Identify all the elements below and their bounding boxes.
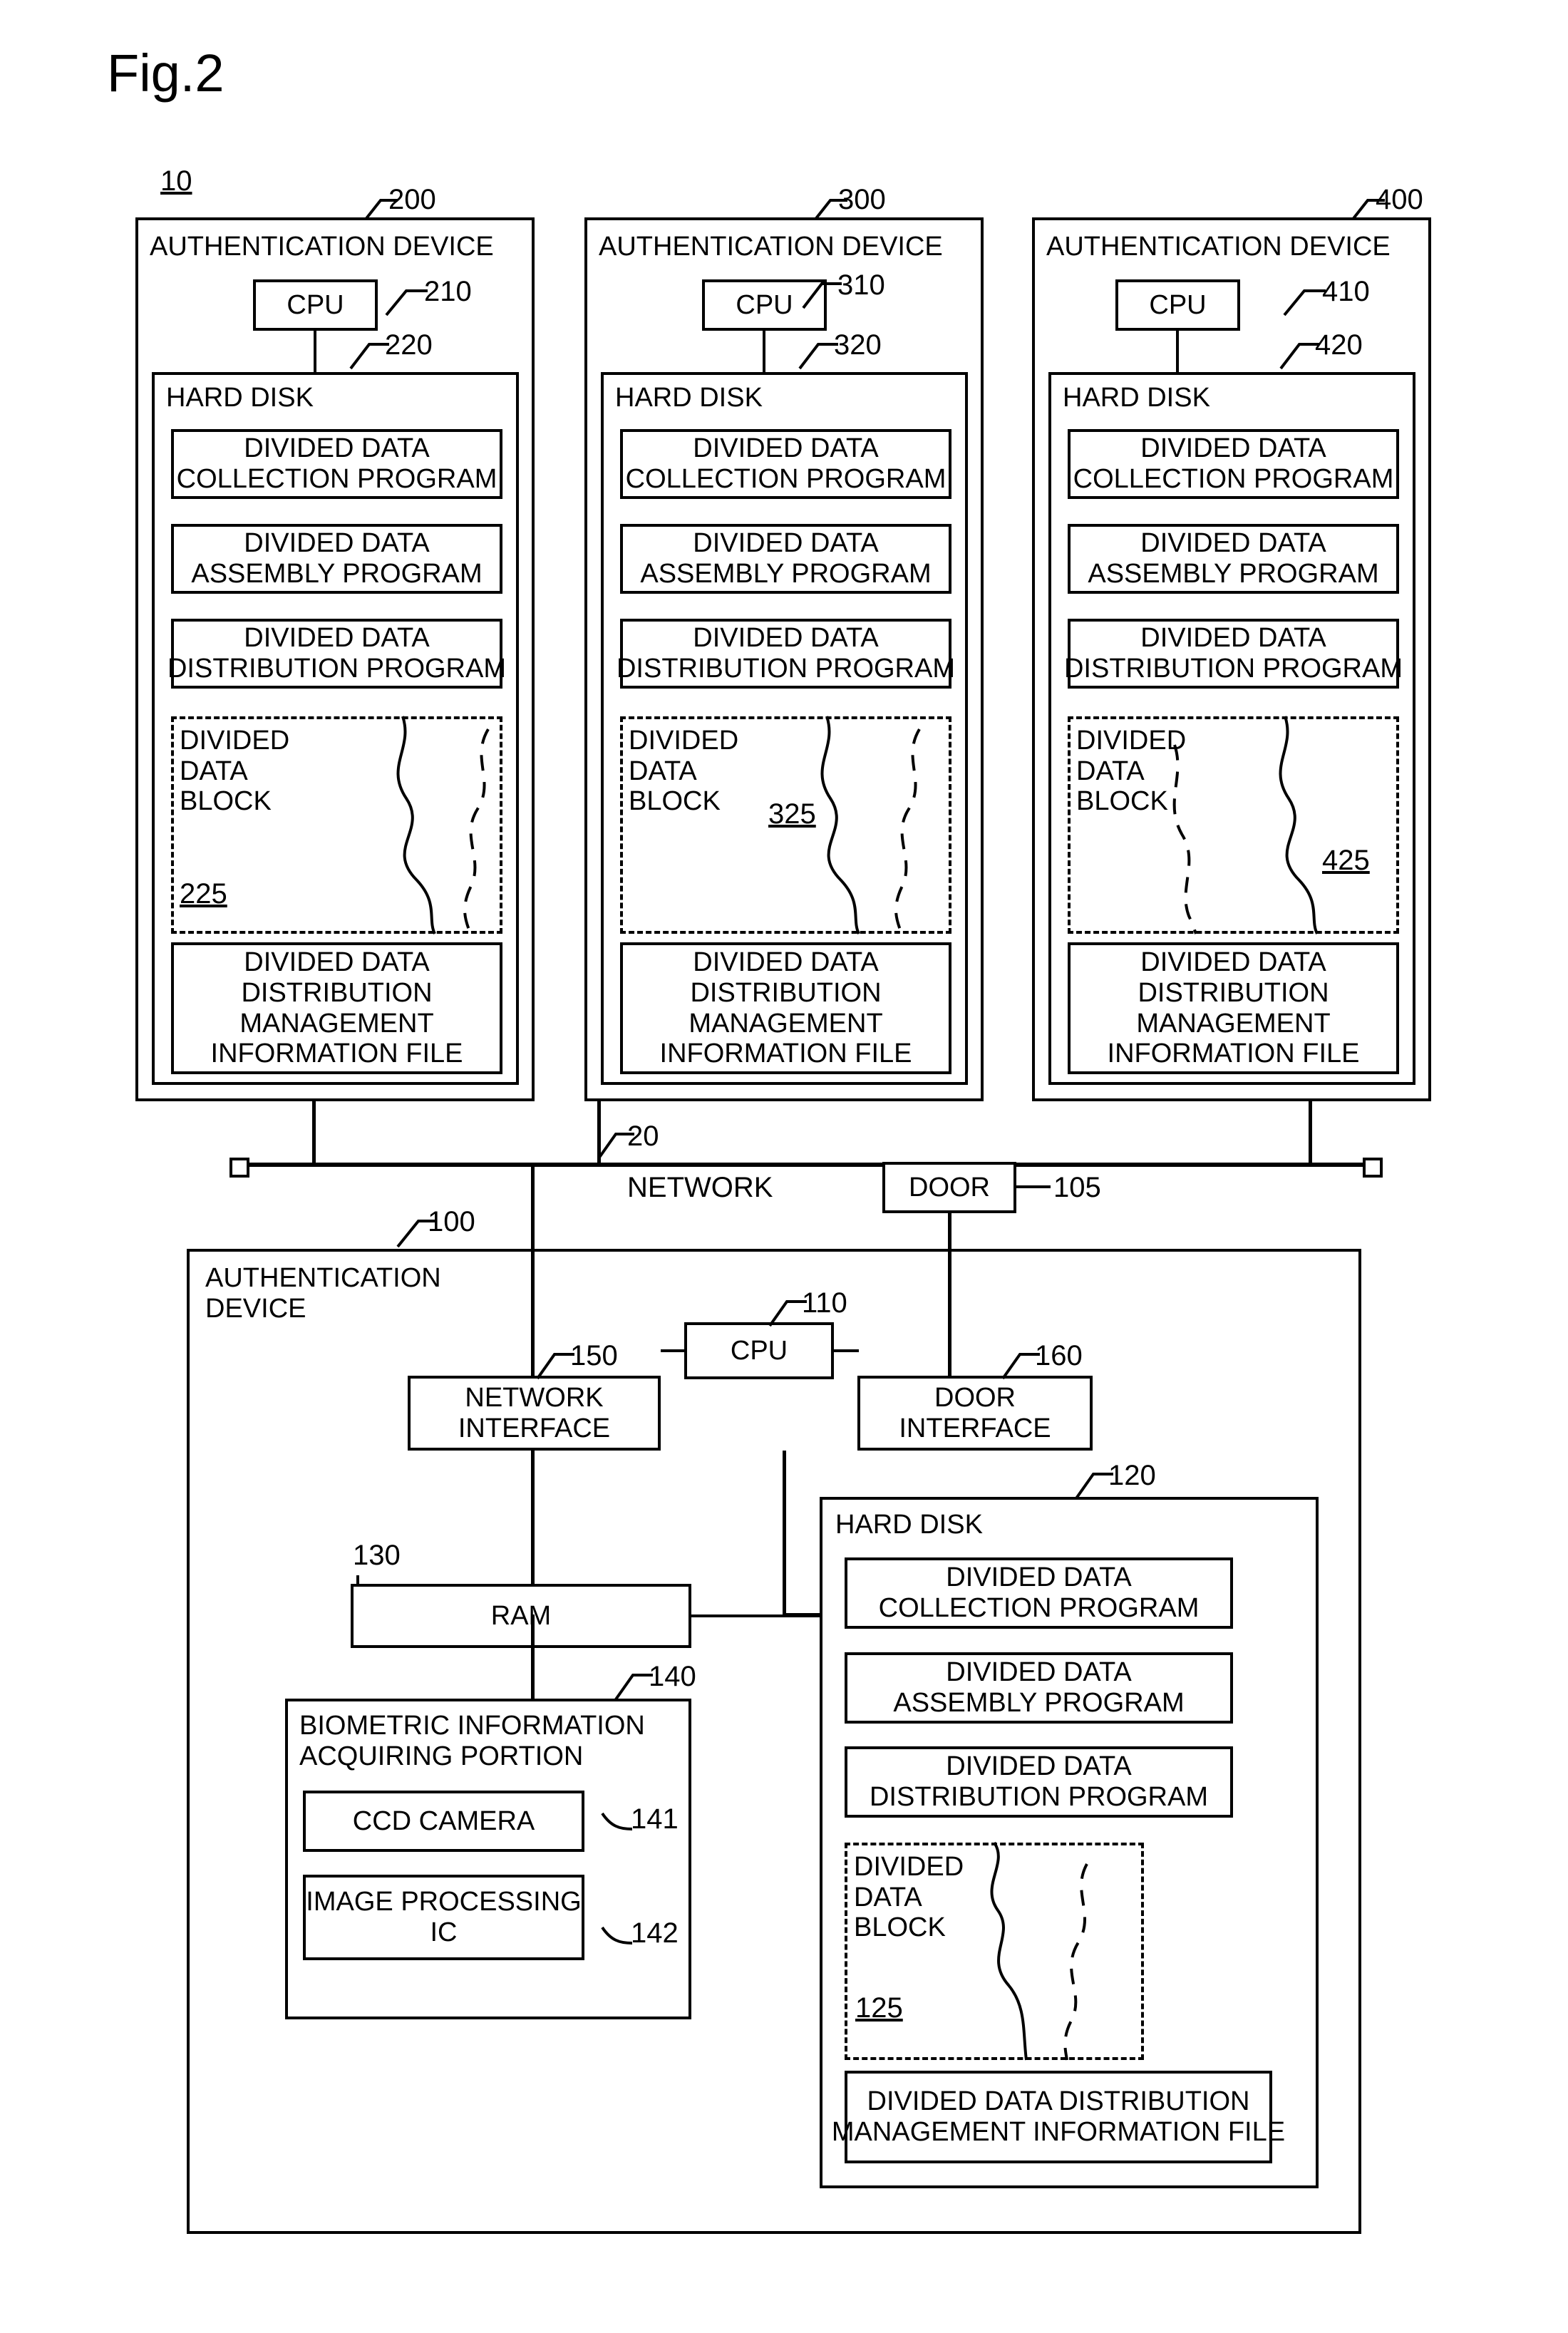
- device-400-program-0: DIVIDED DATA COLLECTION PROGRAM: [1068, 429, 1399, 499]
- ref-105: 105: [1053, 1172, 1101, 1203]
- ccd-camera-box: CCD CAMERA: [303, 1791, 584, 1852]
- main-program-2: DIVIDED DATA DISTRIBUTION PROGRAM: [845, 1746, 1233, 1818]
- cpu-to-door-interface: [834, 1349, 859, 1352]
- main-program-0: DIVIDED DATA COLLECTION PROGRAM: [845, 1557, 1233, 1629]
- leader-310: [802, 282, 842, 309]
- device-200-program-1: DIVIDED DATA ASSEMBLY PROGRAM: [171, 524, 502, 594]
- device-400-cpu: CPU: [1115, 279, 1240, 331]
- door-interface-down: [783, 1451, 786, 1614]
- ram-ref-line: [356, 1575, 359, 1585]
- device-400-info-file: DIVIDED DATA DISTRIBUTION MANAGEMENT INF…: [1068, 942, 1399, 1074]
- main-harddisk-label: HARD DISK: [835, 1510, 983, 1540]
- device-300-harddisk-label: HARD DISK: [615, 383, 763, 413]
- main-data-block-label: DIVIDED DATA BLOCK: [854, 1852, 964, 1943]
- biometric-label: BIOMETRIC INFORMATION ACQUIRING PORTION: [299, 1711, 645, 1771]
- ref-125: 125: [855, 1992, 903, 2024]
- drop-device-200: [312, 1101, 316, 1165]
- device-200-program-2: DIVIDED DATA DISTRIBUTION PROGRAM: [167, 619, 506, 689]
- figure-title: Fig.2: [107, 43, 225, 103]
- device-200-harddisk-label: HARD DISK: [166, 383, 314, 413]
- device-200-data-block-label: DIVIDED DATA BLOCK: [180, 726, 290, 817]
- leader-110: [768, 1300, 807, 1327]
- leader-420: [1279, 343, 1319, 370]
- ref-225: 225: [180, 878, 227, 910]
- biometric-connector: [531, 1614, 535, 1700]
- network-interface-to-cpu: [661, 1349, 686, 1352]
- main-info-file: DIVIDED DATA DISTRIBUTION MANAGEMENT INF…: [832, 2071, 1285, 2163]
- device-200-title: AUTHENTICATION DEVICE: [150, 232, 494, 262]
- ref-130: 130: [353, 1540, 401, 1571]
- ref-142: 142: [631, 1917, 679, 1949]
- leader-20: [597, 1133, 634, 1160]
- ref-325: 325: [768, 798, 816, 830]
- network-bus: [242, 1163, 1368, 1167]
- main-cpu: CPU: [684, 1322, 834, 1379]
- door-box: DOOR: [882, 1162, 1016, 1213]
- harddisk-connector: [783, 1613, 822, 1616]
- leader-141: [601, 1812, 633, 1830]
- ref-141: 141: [631, 1803, 679, 1835]
- leader-210: [385, 289, 428, 316]
- device-400-program-2: DIVIDED DATA DISTRIBUTION PROGRAM: [1064, 619, 1403, 689]
- leader-120: [1075, 1473, 1113, 1500]
- device-200-cpu: CPU: [253, 279, 378, 331]
- image-processing-box: IMAGE PROCESSING IC: [303, 1875, 584, 1960]
- device-400-title: AUTHENTICATION DEVICE: [1046, 232, 1391, 262]
- leader-220: [349, 343, 389, 370]
- main-device-title: AUTHENTICATION DEVICE: [205, 1263, 441, 1324]
- device-300-program-0: DIVIDED DATA COLLECTION PROGRAM: [620, 429, 951, 499]
- device-300-program-1: DIVIDED DATA ASSEMBLY PROGRAM: [620, 524, 951, 594]
- door-to-door-interface: [948, 1213, 951, 1377]
- network-bus-cap-left: [229, 1158, 249, 1178]
- drop-device-400: [1309, 1101, 1312, 1165]
- leader-140: [614, 1674, 653, 1701]
- device-400-harddisk-label: HARD DISK: [1063, 383, 1210, 413]
- ref-425: 425: [1322, 845, 1370, 876]
- leader-100: [396, 1220, 437, 1248]
- ram-box: RAM: [351, 1584, 691, 1648]
- device-300-program-2: DIVIDED DATA DISTRIBUTION PROGRAM: [617, 619, 955, 689]
- leader-410: [1283, 289, 1326, 316]
- leader-320: [798, 343, 838, 370]
- device-200-cpu-connector: [314, 331, 316, 372]
- system-ref-10: 10: [160, 165, 192, 197]
- network-label: NETWORK: [627, 1172, 773, 1203]
- leader-160: [1001, 1353, 1040, 1380]
- device-300-info-file: DIVIDED DATA DISTRIBUTION MANAGEMENT INF…: [620, 942, 951, 1074]
- device-400-cpu-connector: [1176, 331, 1179, 372]
- leader-150: [536, 1353, 574, 1380]
- device-400-program-1: DIVIDED DATA ASSEMBLY PROGRAM: [1068, 524, 1399, 594]
- device-400-data-block-label: DIVIDED DATA BLOCK: [1076, 726, 1187, 817]
- bus-to-network-interface: [531, 1165, 535, 1377]
- network-interface-box: NETWORK INTERFACE: [408, 1376, 661, 1451]
- device-300-cpu-connector: [763, 331, 765, 372]
- door-interface-box: DOOR INTERFACE: [857, 1376, 1093, 1451]
- door-ref-line: [1016, 1185, 1051, 1188]
- leader-142: [601, 1926, 633, 1945]
- network-bus-cap-right: [1363, 1158, 1383, 1178]
- device-300-title: AUTHENTICATION DEVICE: [599, 232, 943, 262]
- device-200-program-0: DIVIDED DATA COLLECTION PROGRAM: [171, 429, 502, 499]
- main-program-1: DIVIDED DATA ASSEMBLY PROGRAM: [845, 1652, 1233, 1724]
- device-300-data-block-label: DIVIDED DATA BLOCK: [629, 726, 739, 817]
- device-200-info-file: DIVIDED DATA DISTRIBUTION MANAGEMENT INF…: [171, 942, 502, 1074]
